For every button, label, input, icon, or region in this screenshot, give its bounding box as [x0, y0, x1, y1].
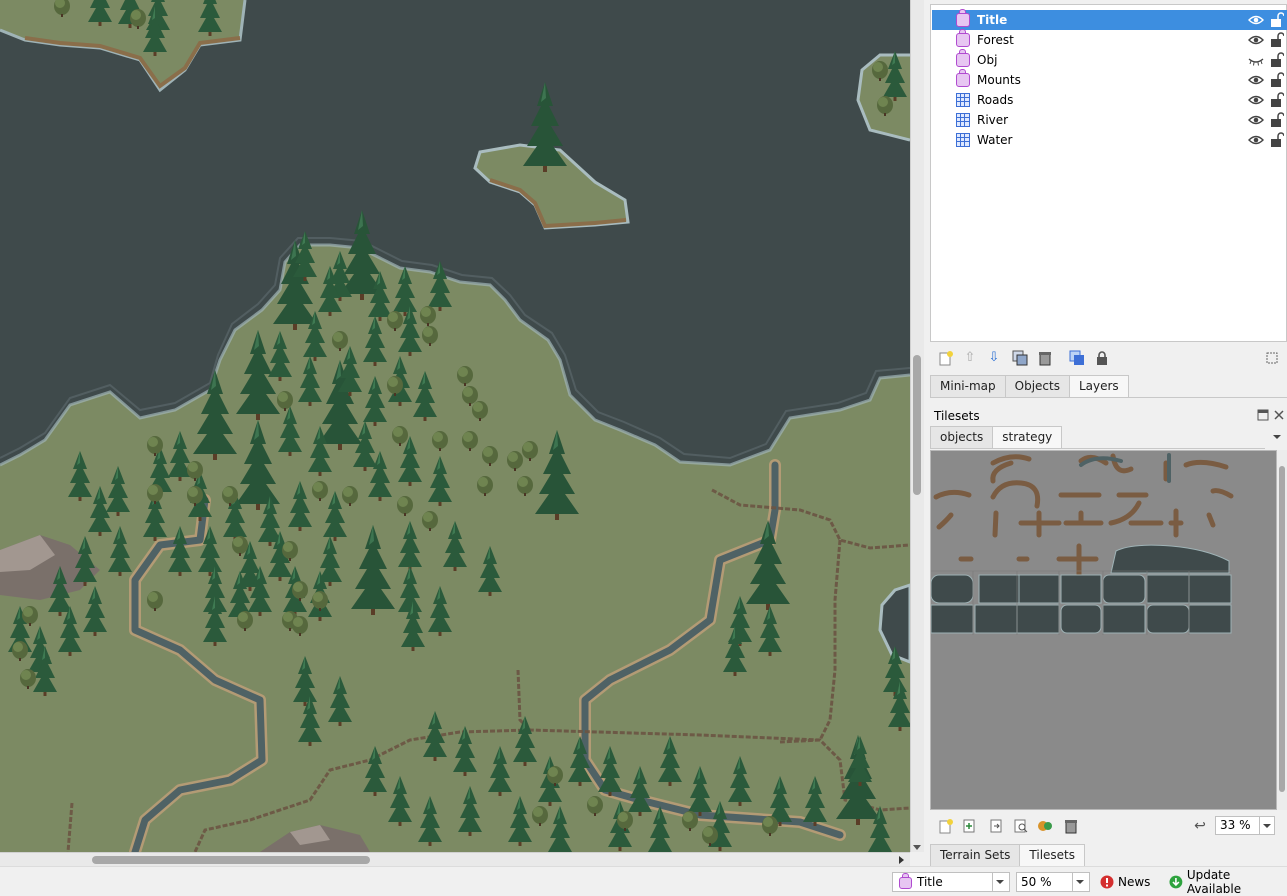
tilesets-panel-title: Tilesets	[934, 409, 980, 423]
eye-icon[interactable]	[1248, 94, 1264, 106]
map-canvas[interactable]	[0, 0, 910, 852]
tab-terrain-sets[interactable]: Terrain Sets	[930, 844, 1021, 866]
unlock-icon[interactable]	[1270, 12, 1284, 28]
update-available-button[interactable]: Update Available	[1169, 868, 1287, 896]
layer-name: Title	[977, 13, 1008, 27]
layer-row-title[interactable]: Title	[932, 9, 1287, 30]
map-vertical-scroll-thumb[interactable]	[913, 355, 921, 495]
unlock-icon[interactable]	[1270, 72, 1284, 88]
map-horizontal-scrollbar[interactable]	[0, 852, 910, 867]
tab-objects[interactable]: Objects	[1004, 375, 1070, 397]
chevron-down-icon[interactable]	[1072, 873, 1089, 891]
news-label: News	[1118, 875, 1151, 889]
layer-name: Obj	[977, 53, 998, 67]
layer-row-forest[interactable]: Forest	[932, 29, 1287, 50]
layer-row-obj[interactable]: Obj	[932, 49, 1287, 70]
raise-layer-icon[interactable]: ⇧	[962, 350, 978, 366]
group-layer-icon	[956, 69, 970, 87]
tab-tileset-strategy[interactable]: strategy	[992, 426, 1063, 448]
map-horizontal-scroll-thumb[interactable]	[92, 856, 370, 864]
delete-layer-icon[interactable]	[1037, 350, 1053, 366]
tileset-image	[931, 453, 1234, 635]
tab-mini-map[interactable]: Mini-map	[930, 375, 1006, 397]
new-tileset-icon[interactable]	[938, 818, 954, 834]
map-zoom-value: 50 %	[1021, 875, 1052, 889]
layer-row-water[interactable]: Water	[932, 130, 1287, 150]
layer-name: Mounts	[977, 73, 1021, 87]
layers-list[interactable]: Title Forest Obj Mounts Roads River Wate…	[930, 4, 1287, 342]
unlock-icon[interactable]	[1270, 112, 1284, 128]
status-bar: Title 50 % News Update Available	[0, 866, 1287, 896]
float-panel-icon[interactable]	[1257, 409, 1269, 421]
undo-icon[interactable]: ↩	[1192, 818, 1208, 834]
tileset-zoom-combo[interactable]: 33 %	[1215, 816, 1275, 835]
embed-tileset-icon[interactable]	[961, 818, 977, 834]
layer-row-roads[interactable]: Roads	[932, 90, 1287, 110]
alert-icon	[1100, 875, 1114, 889]
panel-options-icon[interactable]	[1264, 350, 1280, 366]
tab-tilesets[interactable]: Tilesets	[1019, 844, 1086, 866]
group-layer-icon	[899, 873, 912, 889]
layer-name: Forest	[977, 33, 1014, 47]
tile-layer-icon	[956, 133, 970, 147]
toggle-other-layers-icon[interactable]	[1069, 350, 1085, 366]
tab-layers[interactable]: Layers	[1068, 375, 1129, 397]
chevron-down-icon[interactable]	[1259, 817, 1274, 834]
bottom-dock-tabbar: Terrain Sets Tilesets	[930, 844, 1287, 867]
map-render	[0, 0, 910, 852]
tileset-tabbar: objects strategy	[930, 426, 1265, 449]
eye-icon[interactable]	[1248, 74, 1264, 86]
dynamic-wrapping-icon[interactable]	[1037, 818, 1053, 834]
layers-toolbar: ⇧ ⇩	[930, 346, 1287, 370]
map-vertical-scrollbar[interactable]	[910, 0, 924, 852]
new-layer-icon[interactable]	[938, 350, 954, 366]
tilesets-panel: Tilesets objects strategy ↩ 33 % Terrain…	[930, 404, 1287, 867]
layer-row-mounts[interactable]: Mounts	[932, 69, 1287, 90]
news-button[interactable]: News	[1100, 873, 1150, 891]
current-layer-combo[interactable]: Title	[892, 872, 1010, 892]
remove-tileset-icon[interactable]	[1063, 818, 1079, 834]
tileset-view[interactable]	[930, 450, 1277, 810]
duplicate-layer-icon[interactable]	[1012, 350, 1028, 366]
map-zoom-combo[interactable]: 50 %	[1016, 872, 1090, 892]
unlock-icon[interactable]	[1270, 92, 1284, 108]
lower-layer-icon[interactable]: ⇩	[986, 350, 1002, 366]
scroll-right-arrow-icon[interactable]	[899, 856, 904, 864]
layers-panel: Title Forest Obj Mounts Roads River Wate…	[930, 0, 1287, 400]
layer-name: Water	[977, 133, 1013, 147]
tile-layer-icon	[956, 93, 970, 107]
tileset-tabs-menu-icon[interactable]	[1272, 433, 1282, 441]
tileset-scroll-thumb[interactable]	[1279, 466, 1285, 792]
unlock-icon[interactable]	[1270, 52, 1284, 68]
eye-icon[interactable]	[1248, 114, 1264, 126]
group-layer-icon	[956, 9, 970, 27]
lock-other-layers-icon[interactable]	[1094, 350, 1110, 366]
tileset-zoom-value: 33 %	[1220, 818, 1251, 832]
group-layer-icon	[956, 29, 970, 47]
top-dock-tabbar: Mini-map Objects Layers	[930, 375, 1287, 398]
close-panel-icon[interactable]	[1273, 409, 1285, 421]
eye-closed-icon[interactable]	[1248, 54, 1264, 66]
scroll-down-arrow-icon[interactable]	[913, 845, 921, 850]
layer-name: River	[977, 113, 1009, 127]
layer-name: Roads	[977, 93, 1014, 107]
tab-tileset-objects[interactable]: objects	[930, 426, 994, 448]
current-layer-name: Title	[917, 875, 943, 889]
edit-tileset-icon[interactable]	[1013, 818, 1029, 834]
export-tileset-icon[interactable]	[988, 818, 1004, 834]
tile-layer-icon	[956, 113, 970, 127]
eye-icon[interactable]	[1248, 14, 1264, 26]
chevron-down-icon[interactable]	[992, 873, 1009, 891]
unlock-icon[interactable]	[1270, 32, 1284, 48]
tileset-vertical-scrollbar[interactable]	[1277, 450, 1287, 810]
layer-row-river[interactable]: River	[932, 110, 1287, 130]
unlock-icon[interactable]	[1270, 132, 1284, 148]
group-layer-icon	[956, 49, 970, 67]
download-icon	[1169, 875, 1183, 889]
eye-icon[interactable]	[1248, 34, 1264, 46]
update-label: Update Available	[1186, 868, 1242, 896]
eye-icon[interactable]	[1248, 134, 1264, 146]
